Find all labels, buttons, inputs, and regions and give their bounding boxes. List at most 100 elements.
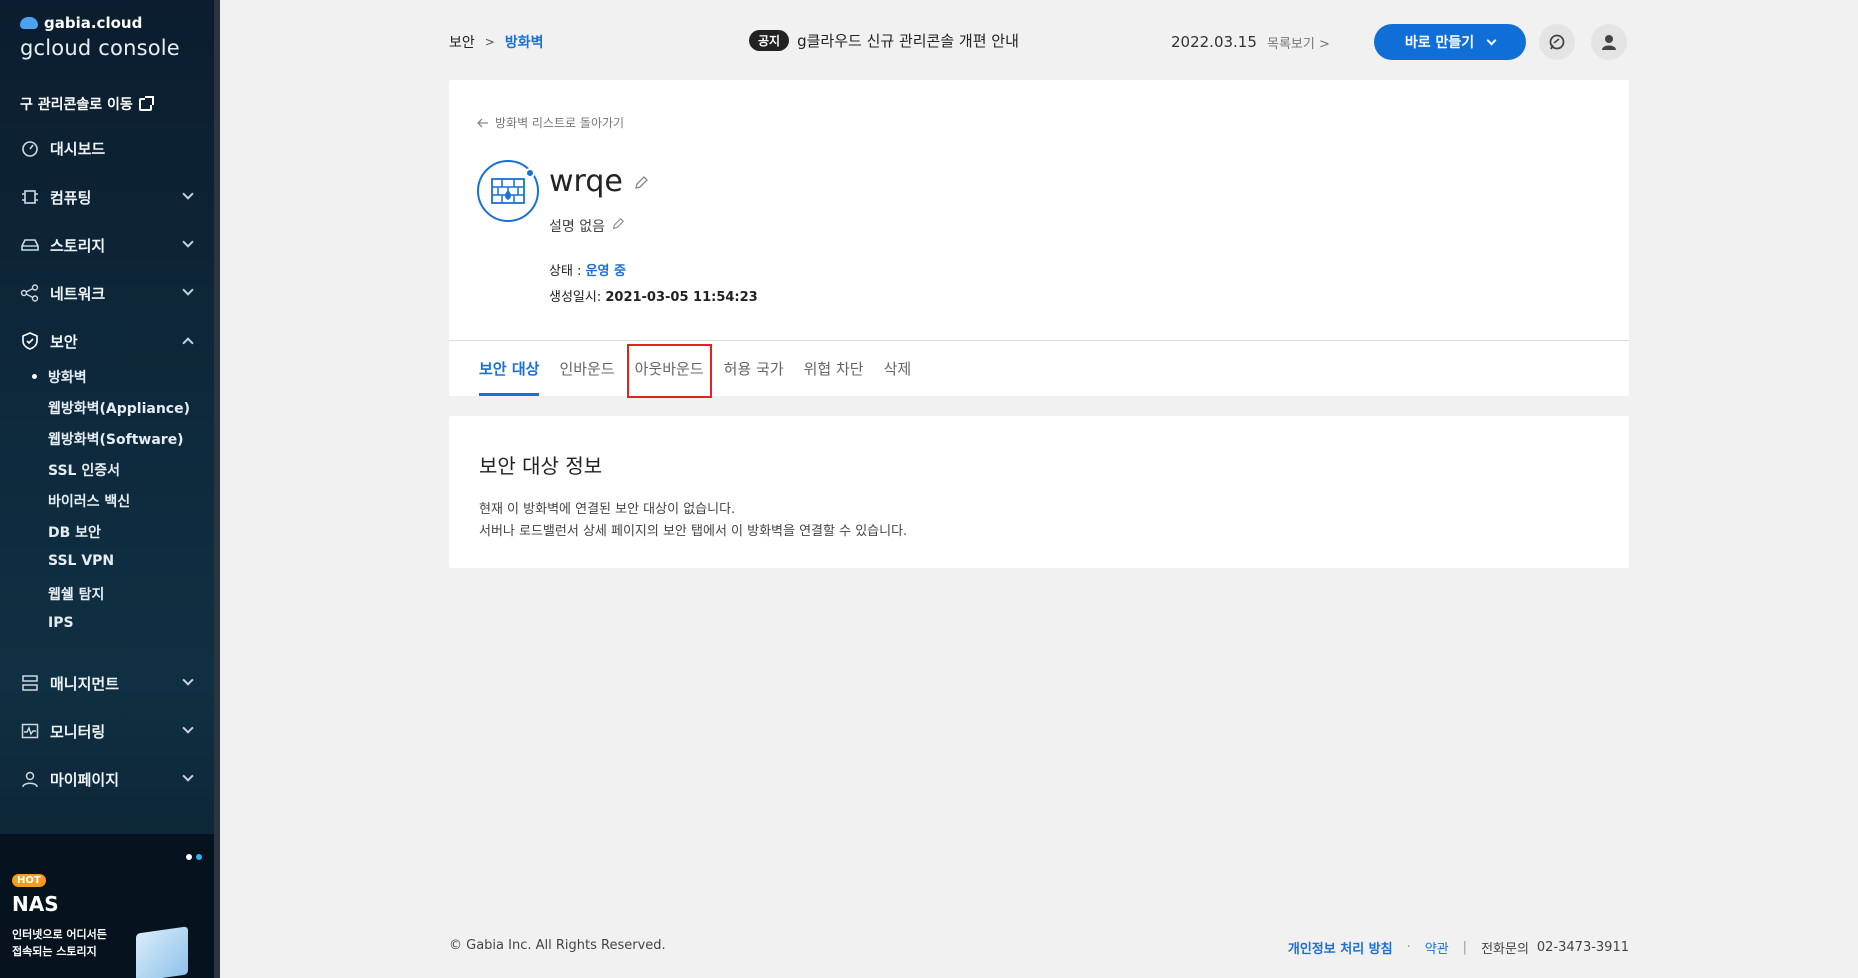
edit-description-icon[interactable] — [611, 217, 625, 235]
phone-label: 전화문의 — [1481, 942, 1529, 957]
tab-threat-block[interactable]: 위협 차단 — [804, 340, 864, 396]
sidebar-item-label: 스토리지 — [50, 236, 106, 255]
sidebar-sub-waf-appliance[interactable]: 웹방화벽(Appliance) — [48, 398, 190, 418]
tab-security-target[interactable]: 보안 대상 — [479, 340, 540, 396]
footer-links: 개인정보 처리 방침 · 약관 | 전화문의 02-3473-3911 — [1288, 938, 1629, 957]
quick-create-button[interactable]: 바로 만들기 — [1374, 24, 1526, 60]
banner-desc: 인터넷으로 어디서든 접속되는 스토리지 — [12, 926, 122, 960]
account-button[interactable] — [1591, 24, 1627, 60]
chat-icon — [1549, 34, 1565, 50]
sidebar-sub-ips[interactable]: IPS — [48, 615, 74, 631]
tab-delete[interactable]: 삭제 — [884, 340, 912, 396]
pager-dot-active[interactable] — [196, 854, 202, 860]
logo[interactable]: gabia.cloud gcloud console — [20, 14, 180, 60]
sidebar-item-label: 보안 — [50, 332, 78, 351]
firewall-description: 설명 없음 — [549, 216, 625, 236]
notice-badge: 공지 — [749, 30, 790, 51]
user-icon — [1602, 35, 1616, 50]
sidebar-item-label: 네트워크 — [50, 284, 106, 303]
banner-desc-line: 접속되는 스토리지 — [12, 945, 97, 958]
external-link-icon — [138, 95, 154, 111]
created-label: 생성일시: — [549, 290, 606, 305]
nas-illustration — [136, 926, 188, 978]
breadcrumb-parent[interactable]: 보안 — [449, 32, 475, 52]
sidebar-item-management[interactable]: 매니지먼트 — [0, 663, 214, 703]
sidebar-item-security[interactable]: 보안 — [0, 321, 214, 361]
sidebar-sub-webshell[interactable]: 웹쉘 탐지 — [48, 584, 104, 604]
notice-list-link[interactable]: 목록보기 > — [1267, 33, 1330, 52]
firewall-description-text: 설명 없음 — [549, 219, 605, 235]
info-message: 현재 이 방화벽에 연결된 보안 대상이 없습니다. — [479, 502, 736, 517]
chip-icon — [20, 187, 40, 207]
monitoring-icon — [20, 721, 40, 741]
shield-icon — [20, 331, 40, 351]
edit-name-icon[interactable] — [633, 164, 649, 199]
sidebar-item-storage[interactable]: 스토리지 — [0, 225, 214, 265]
brand-text: gabia.cloud — [44, 14, 143, 32]
banner-title: NAS — [12, 892, 59, 916]
chevron-down-icon — [182, 674, 194, 686]
firewall-name-text: wrqe — [549, 164, 623, 199]
cloud-logo-icon — [20, 17, 38, 29]
status-label: 상태 : — [549, 264, 586, 279]
sidebar-sub-antivirus[interactable]: 바이러스 백신 — [48, 491, 130, 511]
sidebar-item-mypage[interactable]: 마이페이지 — [0, 759, 214, 799]
breadcrumb-current: 방화벽 — [504, 35, 544, 51]
quick-create-label: 바로 만들기 — [1404, 35, 1475, 51]
firewall-name: wrqe — [549, 164, 649, 199]
tab-allowed-countries[interactable]: 허용 국가 — [724, 340, 784, 396]
dashboard-icon — [20, 138, 40, 158]
firewall-icon — [477, 160, 539, 222]
notice-text[interactable]: g클라우드 신규 관리콘솔 개편 안내 — [797, 30, 1019, 51]
footer-dot: · — [1406, 940, 1411, 955]
status-value: 운영 중 — [585, 264, 626, 279]
sidebar-sub-waf-software[interactable]: 웹방화벽(Software) — [48, 429, 184, 449]
old-console-link[interactable]: 구 관리콘솔로 이동 — [20, 94, 154, 114]
sidebar-item-dashboard[interactable]: 대시보드 — [0, 128, 214, 168]
chevron-down-icon — [182, 284, 194, 296]
old-console-label: 구 관리콘솔로 이동 — [20, 97, 133, 113]
detail-tabs: 보안 대상 인바운드 아웃바운드 허용 국가 위협 차단 삭제 — [479, 340, 912, 398]
management-icon — [20, 673, 40, 693]
created-row: 생성일시: 2021-03-05 11:54:23 — [549, 286, 758, 305]
privacy-policy-link[interactable]: 개인정보 처리 방침 — [1288, 938, 1393, 957]
sidebar-sub-ssl-cert[interactable]: SSL 인증서 — [48, 460, 120, 480]
network-icon — [20, 283, 40, 303]
hot-badge: HOT — [12, 874, 46, 887]
user-icon — [20, 769, 40, 789]
tab-inbound[interactable]: 인바운드 — [559, 340, 614, 396]
banner-pager[interactable] — [186, 854, 202, 860]
info-title: 보안 대상 정보 — [479, 454, 603, 478]
sidebar-item-computing[interactable]: 컴퓨팅 — [0, 177, 214, 217]
breadcrumb: 보안 > 방화벽 — [449, 32, 543, 52]
back-to-list-link[interactable]: 방화벽 리스트로 돌아가기 — [477, 114, 624, 131]
copyright: © Gabia Inc. All Rights Reserved. — [449, 938, 666, 953]
sidebar-sub-firewall[interactable]: 방화벽 — [32, 367, 87, 387]
sidebar-sub-ssl-vpn[interactable]: SSL VPN — [48, 553, 114, 569]
storage-icon — [20, 235, 40, 255]
chevron-down-icon — [182, 770, 194, 782]
chevron-down-icon — [1486, 35, 1497, 45]
topbar: 보안 > 방화벽 공지 g클라우드 신규 관리콘솔 개편 안내 2022.03.… — [449, 24, 1629, 60]
phone-number: 02-3473-3911 — [1536, 940, 1629, 955]
sidebar-sub-db-security[interactable]: DB 보안 — [48, 522, 101, 542]
info-hint: 서버나 로드밸런서 상세 페이지의 보안 탭에서 이 방화벽을 연결할 수 있습… — [479, 524, 908, 539]
tab-outbound[interactable]: 아웃바운드 — [626, 344, 712, 398]
sidebar-item-monitoring[interactable]: 모니터링 — [0, 711, 214, 751]
promo-banner[interactable]: HOT NAS 인터넷으로 어디서든 접속되는 스토리지 — [0, 834, 214, 978]
sidebar-item-network[interactable]: 네트워크 — [0, 273, 214, 313]
chevron-down-icon — [182, 236, 194, 248]
security-target-info-card: 보안 대상 정보 현재 이 방화벽에 연결된 보안 대상이 없습니다. 서버나 … — [449, 416, 1629, 568]
created-value: 2021-03-05 11:54:23 — [605, 290, 758, 305]
chevron-up-icon — [182, 337, 194, 349]
sidebar-item-label: 모니터링 — [50, 722, 106, 741]
notice[interactable]: 공지 g클라우드 신규 관리콘솔 개편 안내 — [749, 30, 1019, 51]
sidebar-scrollbar[interactable] — [214, 0, 220, 978]
status-dot — [525, 168, 535, 178]
terms-link[interactable]: 약관 — [1425, 938, 1449, 957]
brand: gabia.cloud — [20, 14, 180, 32]
pager-dot[interactable] — [186, 854, 192, 860]
chevron-down-icon — [182, 722, 194, 734]
sidebar-item-label: 컴퓨팅 — [50, 188, 92, 207]
chat-button[interactable] — [1539, 24, 1575, 60]
